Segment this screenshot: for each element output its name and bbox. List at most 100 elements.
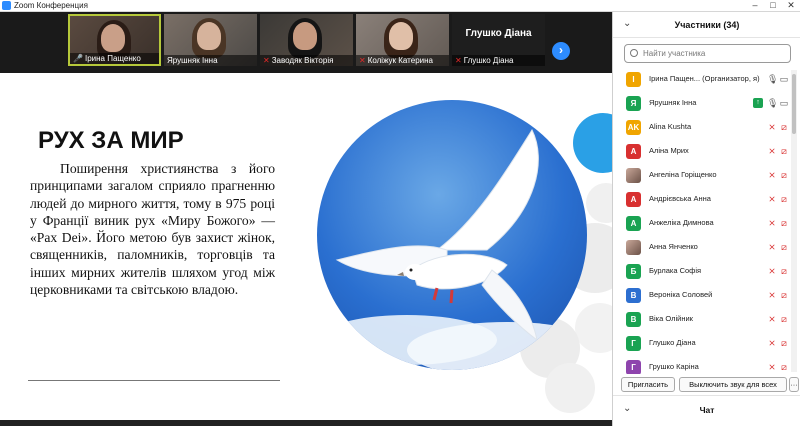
participant-row[interactable]: Анна Янченко ⨯ ⧄ bbox=[613, 236, 795, 260]
mic-muted-icon[interactable]: ⨯ bbox=[767, 146, 777, 156]
participant-name: Аліна Мрих bbox=[649, 146, 689, 155]
shared-slide: РУХ ЗА МИР Поширення християнства з його… bbox=[0, 73, 612, 420]
chat-title: Чат bbox=[699, 405, 715, 415]
avatar: Б bbox=[626, 264, 641, 279]
camera-off-icon[interactable]: ⧄ bbox=[779, 218, 789, 228]
avatar: Г bbox=[626, 336, 641, 351]
tile-name: Глушко Діана bbox=[463, 56, 514, 65]
search-icon bbox=[630, 49, 638, 57]
bottom-toolbar bbox=[0, 420, 612, 426]
participant-row[interactable]: Б Бурлака Софія ⨯ ⧄ bbox=[613, 260, 795, 284]
participant-name: Анна Янченко bbox=[649, 242, 698, 251]
camera-icon[interactable]: ▭ bbox=[779, 98, 789, 108]
decor-circle bbox=[575, 303, 612, 353]
participant-row[interactable]: А Андрієвська Анна ⨯ ⧄ bbox=[613, 188, 795, 212]
participant-list-scrollbar[interactable] bbox=[791, 70, 797, 372]
camera-off-icon[interactable]: ⧄ bbox=[779, 314, 789, 324]
mic-muted-icon[interactable]: ⨯ bbox=[767, 338, 777, 348]
window-title: Zoom Конференция bbox=[14, 1, 88, 10]
mic-muted-icon[interactable]: ⨯ bbox=[767, 194, 777, 204]
participant-row[interactable]: Ангеліна Горіщенко ⨯ ⧄ bbox=[613, 164, 795, 188]
participant-row[interactable]: А Анжеліка Димнова ⨯ ⧄ bbox=[613, 212, 795, 236]
mic-muted-icon[interactable]: ⨯ bbox=[767, 314, 777, 324]
camera-off-icon[interactable]: ⧄ bbox=[779, 290, 789, 300]
scrollbar-thumb[interactable] bbox=[792, 74, 796, 134]
divider-line bbox=[28, 380, 280, 381]
maximize-button[interactable]: □ bbox=[764, 0, 782, 12]
mic-icon[interactable]: 🎙 bbox=[767, 98, 778, 108]
mic-muted-icon[interactable]: ⨯ bbox=[767, 218, 777, 228]
camera-off-icon[interactable]: ⧄ bbox=[779, 194, 789, 204]
avatar bbox=[626, 168, 641, 183]
participant-row[interactable]: А Аліна Мрих ⨯ ⧄ bbox=[613, 140, 795, 164]
participant-search-input[interactable]: Найти участника bbox=[624, 44, 791, 63]
screen-share-icon: ↑ bbox=[753, 98, 763, 108]
participants-footer: Пригласить Выключить звук для всех ··· bbox=[613, 374, 800, 396]
participant-name: Віка Олійник bbox=[649, 314, 693, 323]
avatar: I bbox=[626, 72, 641, 87]
dove-illustration bbox=[317, 128, 587, 370]
mic-muted-icon[interactable]: ⨯ bbox=[767, 122, 777, 132]
participants-title: Участники (34) bbox=[674, 20, 740, 30]
close-button[interactable]: ✕ bbox=[782, 0, 800, 12]
avatar: AK bbox=[626, 120, 641, 135]
mic-muted-icon[interactable]: ⨯ bbox=[767, 242, 777, 252]
mic-muted-icon[interactable]: ⨯ bbox=[767, 290, 777, 300]
avatar: Г bbox=[626, 360, 641, 374]
video-tile[interactable]: Ярушняк Інна bbox=[164, 14, 257, 66]
decor-circle bbox=[545, 363, 595, 413]
participant-row[interactable]: Г Грушко Каріна ⨯ ⧄ bbox=[613, 356, 795, 374]
camera-off-icon[interactable]: ⧄ bbox=[779, 146, 789, 156]
tile-name: Ірина Пащенко bbox=[84, 54, 141, 63]
participant-row[interactable]: AK Alina Kushta ⨯ ⧄ bbox=[613, 116, 795, 140]
slide-body-text: Поширення християнства з його принципами… bbox=[30, 161, 275, 298]
participant-name: Андрієвська Анна bbox=[649, 194, 711, 203]
video-tile[interactable]: Глушко Діана ✕ Глушко Діана bbox=[452, 14, 545, 66]
participant-name: Ірина Пащен... (Организатор, я) bbox=[649, 74, 760, 83]
participant-row[interactable]: В Віка Олійник ⨯ ⧄ bbox=[613, 308, 795, 332]
avatar bbox=[626, 240, 641, 255]
next-page-button[interactable]: › bbox=[552, 42, 570, 60]
mic-muted-icon: ✕ bbox=[359, 56, 366, 65]
more-options-button[interactable]: ··· bbox=[789, 377, 799, 392]
video-tile[interactable]: 🎤 Ірина Пащенко bbox=[68, 14, 161, 66]
mic-icon: 🎤 bbox=[73, 54, 83, 63]
video-tile[interactable]: ✕ Заводяк Вікторія bbox=[260, 14, 353, 66]
mic-icon[interactable]: 🎙 bbox=[767, 74, 778, 84]
camera-off-icon[interactable]: ⧄ bbox=[779, 170, 789, 180]
window-titlebar: Zoom Конференция – □ ✕ bbox=[0, 0, 800, 12]
tile-name: Ярушняк Інна bbox=[167, 56, 218, 65]
mic-muted-icon[interactable]: ⨯ bbox=[767, 170, 777, 180]
avatar: Я bbox=[626, 96, 641, 111]
participant-name: Alina Kushta bbox=[649, 122, 692, 131]
participant-name: Грушко Каріна bbox=[649, 362, 699, 371]
avatar: В bbox=[626, 312, 641, 327]
decor-circle bbox=[586, 183, 612, 223]
camera-off-icon[interactable]: ⧄ bbox=[779, 362, 789, 372]
participant-row[interactable]: Г Глушко Діана ⨯ ⧄ bbox=[613, 332, 795, 356]
camera-off-icon[interactable]: ⧄ bbox=[779, 266, 789, 276]
camera-off-icon[interactable]: ⧄ bbox=[779, 122, 789, 132]
participant-row[interactable]: I Ірина Пащен... (Организатор, я) 🎙 ▭ bbox=[613, 68, 795, 92]
window-controls: – □ ✕ bbox=[746, 0, 800, 12]
minimize-button[interactable]: – bbox=[746, 0, 764, 12]
participant-row[interactable]: В Вероніка Соловей ⨯ ⧄ bbox=[613, 284, 795, 308]
mic-muted-icon: ✕ bbox=[263, 56, 270, 65]
camera-off-icon[interactable]: ⧄ bbox=[779, 242, 789, 252]
chat-header: ⌄ Чат bbox=[613, 398, 800, 420]
tile-big-name: Глушко Діана bbox=[465, 28, 532, 39]
camera-icon[interactable]: ▭ bbox=[779, 74, 789, 84]
participant-row[interactable]: Я Ярушняк Інна ↑ 🎙 ▭ bbox=[613, 92, 795, 116]
mute-all-button[interactable]: Выключить звук для всех bbox=[679, 377, 787, 392]
dove-image bbox=[317, 100, 587, 370]
mic-muted-icon[interactable]: ⨯ bbox=[767, 362, 777, 372]
tile-name: Заводяк Вікторія bbox=[271, 56, 334, 65]
invite-button[interactable]: Пригласить bbox=[621, 377, 675, 392]
camera-off-icon[interactable]: ⧄ bbox=[779, 338, 789, 348]
video-tile[interactable]: ✕ Коліжук Катерина bbox=[356, 14, 449, 66]
participant-name: Вероніка Соловей bbox=[649, 290, 713, 299]
zoom-logo-icon bbox=[2, 1, 11, 10]
participants-header: ⌄ Участники (34) bbox=[613, 12, 800, 38]
mic-muted-icon[interactable]: ⨯ bbox=[767, 266, 777, 276]
participant-name: Ангеліна Горіщенко bbox=[649, 170, 717, 179]
